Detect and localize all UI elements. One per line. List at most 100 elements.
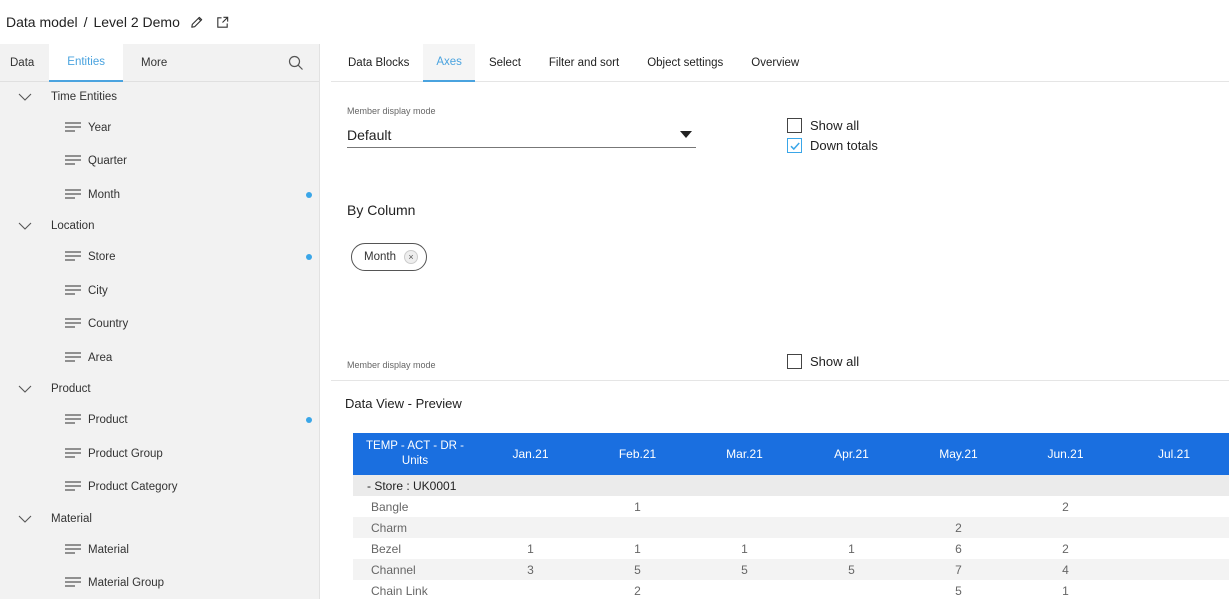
- tree-group[interactable]: Location: [0, 212, 319, 241]
- list-icon: [65, 318, 81, 330]
- member-display-mode-value: Default: [347, 126, 392, 143]
- tree-item[interactable]: Month: [0, 178, 319, 212]
- tree-group[interactable]: Material: [0, 504, 319, 533]
- row-label: Charm: [353, 517, 477, 538]
- tab-overview[interactable]: Overview: [737, 44, 813, 82]
- table-cell: [798, 496, 905, 517]
- tree-item[interactable]: Material Group: [0, 567, 319, 599]
- tree-item-label: City: [88, 284, 108, 297]
- tree-item[interactable]: City: [0, 274, 319, 308]
- row-label: Channel: [353, 559, 477, 580]
- table-row: Channel 3 5 5 5 7 4: [353, 559, 1229, 580]
- breadcrumb: Data model / Level 2 Demo: [0, 0, 1229, 44]
- table-cell: 2: [905, 517, 1012, 538]
- chevron-down-icon[interactable]: [18, 381, 34, 397]
- chevron-down-icon[interactable]: [18, 89, 34, 105]
- tree-item[interactable]: Store: [0, 241, 319, 275]
- tree-item[interactable]: Material: [0, 533, 319, 567]
- tab-more[interactable]: More: [123, 44, 177, 82]
- tree-item[interactable]: Quarter: [0, 145, 319, 179]
- breadcrumb-root[interactable]: Data model: [6, 14, 78, 30]
- corner-header: TEMP - ACT - DR - Units: [353, 433, 477, 475]
- by-column-heading: By Column: [347, 202, 416, 218]
- tree-item-label: Year: [88, 121, 112, 134]
- tab-entities[interactable]: Entities: [49, 43, 124, 82]
- tree-item[interactable]: Product Group: [0, 437, 319, 471]
- pencil-icon[interactable]: [188, 13, 206, 31]
- in-use-indicator: [306, 417, 312, 424]
- tree-group-label: Material: [51, 512, 92, 525]
- column-chip-month[interactable]: Month ×: [351, 243, 427, 271]
- chip-label: Month: [364, 251, 396, 263]
- tree-item-label: Material: [88, 543, 129, 556]
- table-row: Bezel 1 1 1 1 6 2: [353, 538, 1229, 559]
- checkmark-icon: [789, 141, 800, 150]
- tree-item-label: Area: [88, 351, 113, 364]
- table-cell: [905, 496, 1012, 517]
- tree-group-label: Time Entities: [51, 90, 118, 103]
- table-cell: [798, 517, 905, 538]
- tree-item[interactable]: Product: [0, 404, 319, 438]
- table-cell: [691, 580, 798, 599]
- column-header: Jul.21: [1119, 433, 1229, 475]
- tab-select[interactable]: Select: [475, 44, 535, 82]
- tab-axes[interactable]: Axes: [423, 43, 475, 82]
- entity-tree: Time Entities Year Quarter Month Location Sto…: [0, 82, 319, 599]
- tab-filter-and-sort[interactable]: Filter and sort: [535, 44, 633, 82]
- list-icon: [65, 577, 81, 589]
- show-all-option-2[interactable]: Show all: [787, 354, 859, 369]
- table-cell: 2: [1062, 541, 1069, 556]
- tree-item[interactable]: Product Category: [0, 471, 319, 505]
- column-header: Mar.21: [691, 433, 798, 475]
- external-link-icon[interactable]: [214, 13, 232, 31]
- tab-object-settings[interactable]: Object settings: [633, 44, 737, 82]
- tree-item-label: Product Category: [88, 481, 178, 494]
- table-cell: 6: [955, 541, 962, 556]
- tree-group[interactable]: Product: [0, 375, 319, 404]
- list-icon: [65, 448, 81, 460]
- tree-group[interactable]: Time Entities: [0, 82, 319, 111]
- table-cell: [798, 580, 905, 599]
- tree-item[interactable]: Country: [0, 308, 319, 342]
- table-cell: [691, 517, 798, 538]
- column-header: Jun.21: [1012, 433, 1119, 475]
- show-all-label-2: Show all: [810, 354, 860, 369]
- in-use-indicator: [306, 254, 312, 261]
- table-cell: 3: [477, 559, 584, 580]
- down-totals-checkbox[interactable]: [787, 138, 802, 153]
- member-display-mode-label-2: Member display mode: [347, 360, 436, 370]
- table-cell: 1: [527, 541, 534, 556]
- show-all-checkbox[interactable]: [787, 118, 802, 133]
- tree-item-label: Material Group: [88, 577, 165, 590]
- table-cell: 5: [955, 583, 962, 598]
- list-icon: [65, 481, 81, 493]
- column-header: Jan.21: [477, 433, 584, 475]
- member-display-mode-select[interactable]: Default: [347, 122, 696, 148]
- tree-item[interactable]: Year: [0, 111, 319, 145]
- column-header: Feb.21: [584, 433, 691, 475]
- member-display-mode-label: Member display mode: [347, 106, 436, 116]
- table-cell: 1: [848, 541, 855, 556]
- tab-data[interactable]: Data: [0, 44, 49, 82]
- table-cell: [1119, 580, 1229, 599]
- chevron-down-icon[interactable]: [18, 511, 34, 527]
- divider: [331, 380, 1229, 381]
- tab-data-blocks[interactable]: Data Blocks: [331, 44, 423, 82]
- table-cell: [1012, 517, 1119, 538]
- remove-icon[interactable]: ×: [403, 250, 418, 264]
- table-cell: 2: [634, 583, 641, 598]
- chevron-down-icon[interactable]: [18, 218, 34, 234]
- list-icon: [65, 414, 81, 426]
- column-header: May.21: [905, 433, 1012, 475]
- list-icon: [65, 352, 81, 364]
- search-icon[interactable]: [287, 54, 305, 72]
- list-icon: [65, 285, 81, 297]
- show-all-option[interactable]: Show all: [787, 118, 859, 133]
- tree-item[interactable]: Area: [0, 341, 319, 375]
- right-tab-bar: Data Blocks Axes Select Filter and sort …: [331, 43, 1229, 82]
- down-totals-option[interactable]: Down totals: [787, 138, 878, 153]
- tree-item-label: Product: [88, 414, 128, 427]
- show-all-checkbox-2[interactable]: [787, 354, 802, 369]
- list-icon: [65, 122, 81, 134]
- table-cell: 1: [1062, 583, 1069, 598]
